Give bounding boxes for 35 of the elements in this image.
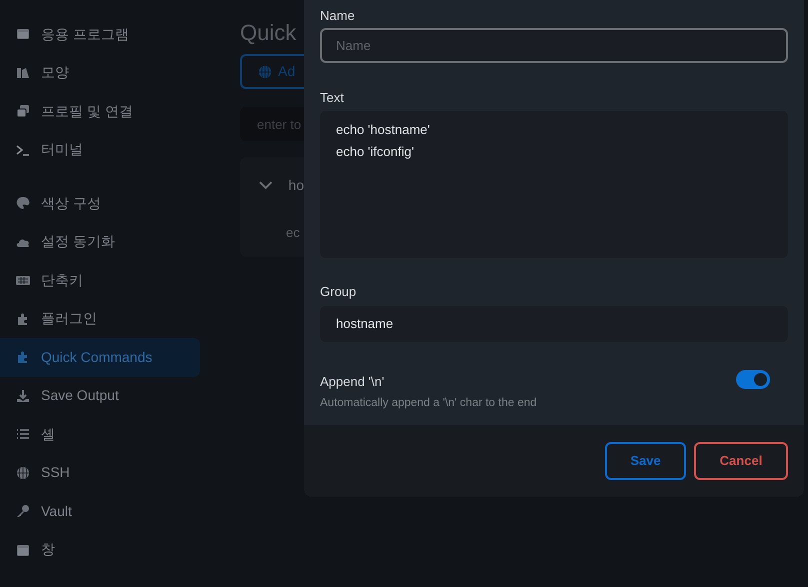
- globe-icon: [15, 464, 31, 481]
- name-field[interactable]: Name: [320, 28, 788, 63]
- sidebar-item[interactable]: Vault: [0, 492, 200, 530]
- command-item[interactable]: ec: [240, 223, 304, 242]
- stacked-windows-icon: [15, 103, 31, 120]
- key-icon: [15, 503, 31, 520]
- option-description: Automatically append a '\n' char to the end: [320, 396, 537, 410]
- field-label: Group: [320, 283, 358, 300]
- text-area[interactable]: echo 'hostname' echo 'ifconfig': [320, 111, 788, 258]
- palette-icon: [15, 195, 31, 212]
- sidebar-item[interactable]: 프로필 및 연결: [0, 92, 200, 130]
- group-header[interactable]: ho: [240, 157, 304, 196]
- sidebar-item[interactable]: 셸: [0, 415, 200, 454]
- save-button[interactable]: Save: [605, 442, 686, 480]
- sidebar-item[interactable]: 색상 구성: [0, 184, 200, 222]
- sidebar-item[interactable]: Save Output: [0, 376, 200, 415]
- sidebar-item[interactable]: 모양: [0, 54, 200, 92]
- sidebar-item[interactable]: Quick Commands: [0, 338, 200, 376]
- sidebar-item[interactable]: 플러그인: [0, 300, 200, 338]
- sidebar-item[interactable]: 단축키: [0, 261, 200, 300]
- sidebar-item[interactable]: 터미널: [0, 130, 200, 169]
- sidebar-item[interactable]: SSH: [0, 454, 200, 492]
- toggle-switch[interactable]: [736, 370, 770, 389]
- chevron-down-icon: [259, 181, 272, 190]
- globe-icon: [258, 64, 272, 78]
- sidebar-item[interactable]: 설정 동기화: [0, 222, 200, 261]
- field-label: Text: [320, 89, 345, 106]
- group-field[interactable]: hostname: [320, 306, 788, 342]
- sidebar-item[interactable]: 창: [0, 530, 200, 569]
- page-title: Quick: [240, 19, 298, 46]
- field-label: Name: [320, 7, 356, 24]
- download-icon: [15, 388, 31, 404]
- option-label: Append '\n': [320, 373, 386, 391]
- cancel-button[interactable]: Cancel: [694, 442, 788, 480]
- sidebar-item[interactable]: 응용 프로그램: [0, 15, 200, 54]
